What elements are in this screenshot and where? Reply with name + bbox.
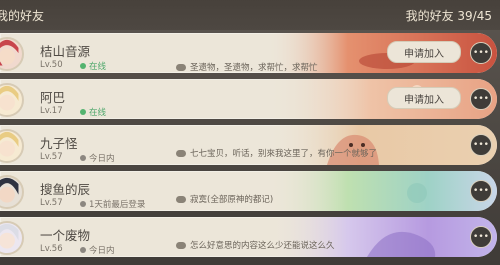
status-dot-icon: [80, 155, 86, 161]
name-card-art: [267, 171, 497, 211]
request-join-button[interactable]: 申请加入: [387, 41, 461, 63]
online-status: 今日内: [80, 244, 115, 256]
speech-bubble-icon: [176, 63, 186, 71]
friend-name: 阿巴: [40, 90, 66, 105]
friend-name: 搜鱼的辰: [40, 182, 91, 197]
chat-button[interactable]: •••: [470, 180, 492, 202]
friend-card[interactable]: 阿巴 Lv.17 在线 申请加入 •••: [0, 79, 497, 119]
friend-signature: 怎么好意思的内容这么少还能说这么久: [176, 239, 335, 251]
name-card-art: [267, 125, 497, 165]
avatar[interactable]: [0, 221, 24, 255]
friends-header: 我的好友 我的好友 39/45: [0, 0, 500, 30]
status-dot-icon: [80, 63, 86, 69]
avatar[interactable]: [0, 129, 24, 163]
friend-count: 我的好友 39/45: [405, 8, 492, 23]
ellipsis-icon: •••: [473, 186, 489, 196]
online-status: 今日内: [80, 152, 115, 164]
name-card-art: [267, 79, 497, 119]
friend-name: 一个废物: [40, 228, 91, 243]
avatar[interactable]: [0, 37, 24, 71]
speech-bubble-icon: [176, 149, 186, 157]
friend-signature: 圣遗物，圣遗物，求帮忙，求帮忙: [176, 61, 318, 73]
chat-button[interactable]: •••: [470, 226, 492, 248]
friend-name: 九子怪: [40, 136, 78, 151]
ellipsis-icon: •••: [473, 140, 489, 150]
speech-bubble-icon: [176, 195, 186, 203]
online-status: 在线: [80, 60, 106, 72]
friend-signature: 寂寞(全部原神的都记): [176, 193, 273, 205]
avatar[interactable]: [0, 175, 24, 209]
ellipsis-icon: •••: [473, 48, 489, 58]
ellipsis-icon: •••: [473, 232, 489, 242]
friend-card[interactable]: 桔山音源 Lv.50 在线 圣遗物，圣遗物，求帮忙，求帮忙 申请加入 •••: [0, 33, 497, 73]
online-status: 在线: [80, 106, 106, 118]
status-dot-icon: [80, 109, 86, 115]
avatar[interactable]: [0, 83, 24, 117]
friend-level: Lv.17: [40, 106, 63, 116]
request-join-button[interactable]: 申请加入: [387, 87, 461, 109]
chat-button[interactable]: •••: [470, 42, 492, 64]
friend-card[interactable]: 搜鱼的辰 Lv.57 1天前最后登录 寂寞(全部原神的都记) •••: [0, 171, 497, 211]
name-card-art: [267, 217, 497, 257]
friend-name: 桔山音源: [40, 44, 91, 59]
friend-signature: 七七宝贝，听话，别來我这里了，有你一个就够了: [176, 147, 377, 159]
friend-level: Lv.50: [40, 60, 63, 70]
chat-button[interactable]: •••: [470, 134, 492, 156]
status-dot-icon: [80, 247, 86, 253]
chat-button[interactable]: •••: [470, 88, 492, 110]
friend-level: Lv.56: [40, 244, 63, 254]
friend-level: Lv.57: [40, 152, 63, 162]
friend-card[interactable]: 九子怪 Lv.57 今日内 七七宝贝，听话，别來我这里了，有你一个就够了 •••: [0, 125, 497, 165]
online-status: 1天前最后登录: [80, 198, 145, 210]
ellipsis-icon: •••: [473, 94, 489, 104]
friend-level: Lv.57: [40, 198, 63, 208]
friend-card[interactable]: 一个废物 Lv.56 今日内 怎么好意思的内容这么少还能说这么久 •••: [0, 217, 497, 257]
page-title: 我的好友: [0, 8, 45, 23]
speech-bubble-icon: [176, 241, 186, 249]
status-dot-icon: [80, 201, 86, 207]
